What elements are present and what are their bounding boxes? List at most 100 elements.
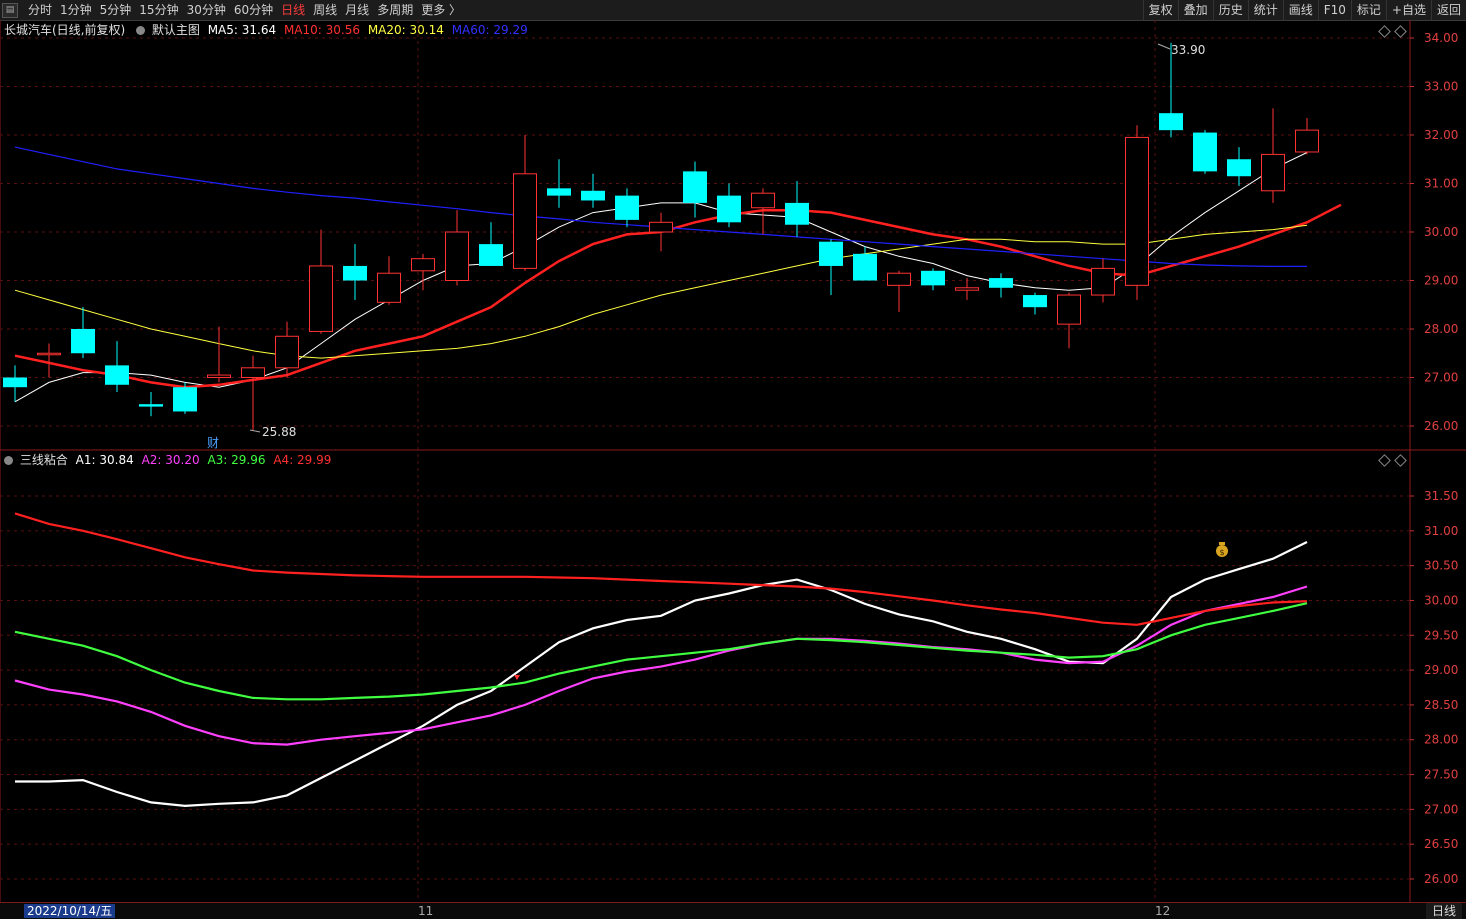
candle-body	[1159, 113, 1183, 131]
candle	[717, 183, 741, 228]
candle-body	[989, 278, 1013, 288]
indicator-line-a2	[14, 585, 1308, 746]
chart-canvas[interactable]: 34.00 33.00 32.00 31.00 30.00 29.00 28.00 27.00…	[0, 0, 1466, 918]
indicator-axis-label: 30.50	[1424, 559, 1458, 573]
candle-body	[1193, 132, 1217, 172]
indicator-axis-label: 26.00	[1424, 872, 1458, 886]
candle-body	[513, 173, 537, 269]
candle	[853, 246, 877, 281]
price-axis-layer: 34.00 33.00 32.00 31.00 30.00 29.00 28.00 27.00…	[1410, 31, 1458, 886]
candle	[581, 173, 605, 208]
candle	[1057, 292, 1081, 349]
main-axis-label: 26.00	[1424, 419, 1458, 433]
candle-body	[615, 195, 639, 220]
main-axis-label: 33.00	[1424, 80, 1458, 94]
indicator-axis-label: 31.50	[1424, 489, 1458, 503]
candle	[819, 239, 843, 296]
candle	[683, 161, 707, 218]
candle	[105, 341, 129, 393]
candle	[1193, 130, 1217, 174]
candle-body	[955, 287, 979, 291]
candle-body	[581, 190, 605, 201]
candle	[1159, 42, 1183, 138]
candle	[343, 244, 367, 300]
indicator-axis-label: 28.00	[1424, 733, 1458, 747]
candle	[1227, 147, 1251, 186]
indicator-line-a3	[14, 602, 1308, 701]
candle	[275, 321, 299, 378]
main-axis-label: 31.00	[1424, 177, 1458, 191]
candle-body	[1057, 294, 1081, 325]
money-bag-icon[interactable]: $	[1216, 542, 1228, 557]
candle-body	[853, 253, 877, 281]
candle-body	[377, 272, 401, 303]
signal-marker-icon	[514, 675, 520, 680]
candle	[649, 212, 673, 252]
candle-body	[309, 265, 333, 332]
candle	[445, 210, 469, 286]
high-pointer-line	[1157, 43, 1171, 50]
candle-body	[887, 272, 911, 286]
candle-body	[751, 192, 775, 209]
candle-body	[37, 352, 61, 356]
candle-body	[411, 258, 435, 272]
candle-body	[1227, 159, 1251, 177]
candle	[479, 222, 503, 266]
high-price-label: 33.90	[1171, 43, 1205, 57]
indicator-layer	[14, 512, 1308, 808]
candle	[1295, 118, 1319, 155]
candle-body	[173, 387, 197, 412]
candle-body	[921, 270, 945, 286]
current-date: 2022/10/14/五	[24, 904, 116, 918]
candle	[513, 135, 537, 271]
candle	[3, 365, 27, 402]
candle-body	[1261, 153, 1285, 192]
candle-body	[819, 241, 843, 266]
main-axis-label: 27.00	[1424, 371, 1458, 385]
indicator-axis-label: 26.50	[1424, 837, 1458, 851]
candle-body	[785, 202, 809, 225]
candle	[887, 270, 911, 313]
candle-body	[105, 365, 129, 385]
candle-body	[445, 231, 469, 281]
svg-text:$: $	[1219, 548, 1224, 557]
grid-layer	[0, 20, 1466, 902]
indicator-axis-label: 27.50	[1424, 768, 1458, 782]
candle-body	[547, 188, 571, 196]
low-pointer-line	[249, 429, 261, 433]
indicator-axis-label: 29.50	[1424, 628, 1458, 642]
candle	[921, 268, 945, 291]
candle	[377, 256, 401, 305]
candle-body	[1023, 295, 1047, 308]
candle	[207, 326, 231, 383]
period-indicator[interactable]: 日线	[1425, 903, 1462, 919]
indicator-axis-label: 30.00	[1424, 593, 1458, 607]
candle-body	[343, 265, 367, 281]
candle	[955, 278, 979, 300]
month-label-11: 11	[418, 904, 434, 918]
indicator-axis-label: 31.00	[1424, 524, 1458, 538]
annotation-layer: 33.90 25.88 财 $	[207, 43, 1228, 680]
indicator-axis-label: 27.00	[1424, 802, 1458, 816]
candle-body	[71, 329, 95, 354]
candle	[785, 181, 809, 237]
low-price-label: 25.88	[262, 425, 296, 439]
month-label-12: 12	[1155, 904, 1171, 918]
candle-body	[649, 221, 673, 233]
date-bar: 2022/10/14/五 11 12 日线	[0, 902, 1466, 919]
candle-body	[479, 244, 503, 266]
main-axis-label: 28.00	[1424, 322, 1458, 336]
candle-body	[1125, 136, 1149, 286]
candle	[615, 188, 639, 228]
candle	[1125, 125, 1149, 300]
candle	[309, 229, 333, 334]
candle	[989, 273, 1013, 298]
candle	[1023, 292, 1047, 315]
indicator-axis-label: 29.00	[1424, 663, 1458, 677]
candle-body	[241, 367, 265, 378]
finance-marker[interactable]: 财	[207, 436, 219, 450]
candle	[241, 355, 265, 431]
candlestick-layer	[3, 42, 1319, 431]
candle-body	[275, 335, 299, 369]
candle	[139, 392, 163, 417]
